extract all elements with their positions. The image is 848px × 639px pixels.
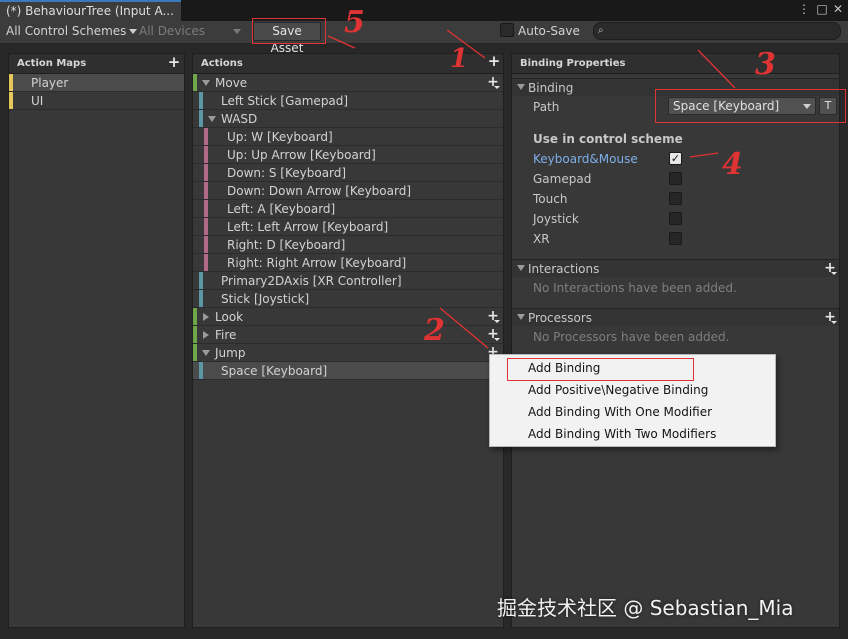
- annotation-number-5: 5: [344, 5, 365, 40]
- annotation-arrow-3: [697, 49, 736, 89]
- annotation-number-3: 3: [755, 47, 776, 82]
- annotation-number-2: 2: [424, 313, 445, 348]
- annotation-number-1: 1: [450, 44, 469, 74]
- annotation-arrow-4: [689, 152, 719, 158]
- annotation-arrow-2: [439, 307, 489, 349]
- annotation-number-4: 4: [722, 147, 743, 182]
- watermark: 掘金技术社区 @ Sebastian_Mia: [497, 596, 794, 620]
